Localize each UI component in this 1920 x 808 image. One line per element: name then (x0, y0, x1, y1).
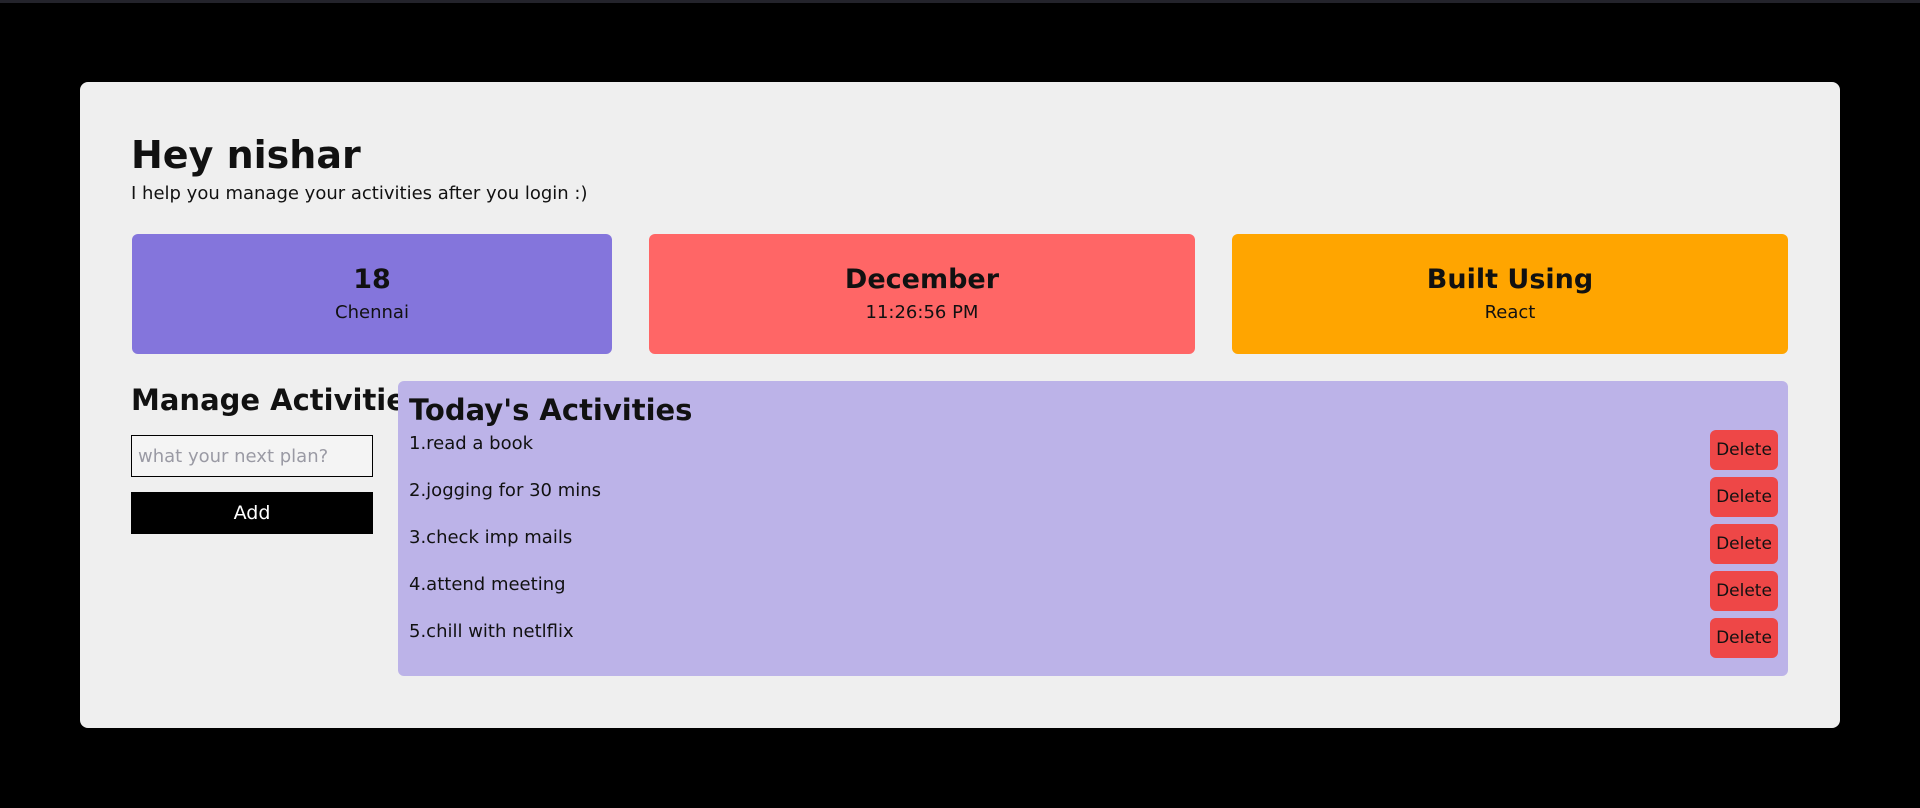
window-top-strip (0, 0, 1920, 3)
activity-item: 5.chill with netlflix Delete (398, 618, 1788, 666)
greeting-heading: Hey nishar (131, 133, 361, 177)
main-card: Hey nishar I help you manage your activi… (80, 82, 1840, 728)
stat-time-value: 11:26:56 PM (865, 302, 979, 323)
activity-item-label: 5.chill with netlflix (409, 621, 574, 642)
stat-card-month: December 11:26:56 PM (649, 234, 1195, 354)
add-activity-button[interactable]: Add (131, 492, 373, 534)
delete-activity-button[interactable]: Delete (1710, 477, 1778, 517)
delete-activity-button[interactable]: Delete (1710, 618, 1778, 658)
stat-card-built-using: Built Using React (1232, 234, 1788, 354)
stat-city-value: Chennai (335, 302, 409, 323)
activity-item-label: 2.jogging for 30 mins (409, 480, 602, 501)
stat-card-date: 18 Chennai (132, 234, 612, 354)
greeting-subtitle: I help you manage your activities after … (131, 183, 588, 204)
activity-item: 3.check imp mails Delete (398, 524, 1788, 572)
delete-activity-button[interactable]: Delete (1710, 524, 1778, 564)
next-plan-input[interactable] (131, 435, 373, 477)
activity-list: 1.read a book Delete 2.jogging for 30 mi… (398, 430, 1788, 666)
activity-item: 4.attend meeting Delete (398, 571, 1788, 619)
delete-activity-button[interactable]: Delete (1710, 430, 1778, 470)
stat-month-value: December (844, 264, 1000, 295)
todays-activities-panel: Today's Activities 1.read a book Delete … (398, 381, 1788, 676)
activity-item-label: 4.attend meeting (409, 574, 566, 595)
todays-activities-title: Today's Activities (409, 393, 693, 427)
delete-activity-button[interactable]: Delete (1710, 571, 1778, 611)
stat-date-value: 18 (353, 264, 391, 295)
activity-item: 2.jogging for 30 mins Delete (398, 477, 1788, 525)
activity-item-label: 3.check imp mails (409, 527, 573, 548)
activity-item: 1.read a book Delete (398, 430, 1788, 478)
activity-item-label: 1.read a book (409, 433, 534, 454)
stat-framework-value: React (1484, 302, 1536, 323)
manage-activities-title: Manage Activities (131, 383, 424, 417)
stat-built-using-label: Built Using (1426, 264, 1594, 295)
